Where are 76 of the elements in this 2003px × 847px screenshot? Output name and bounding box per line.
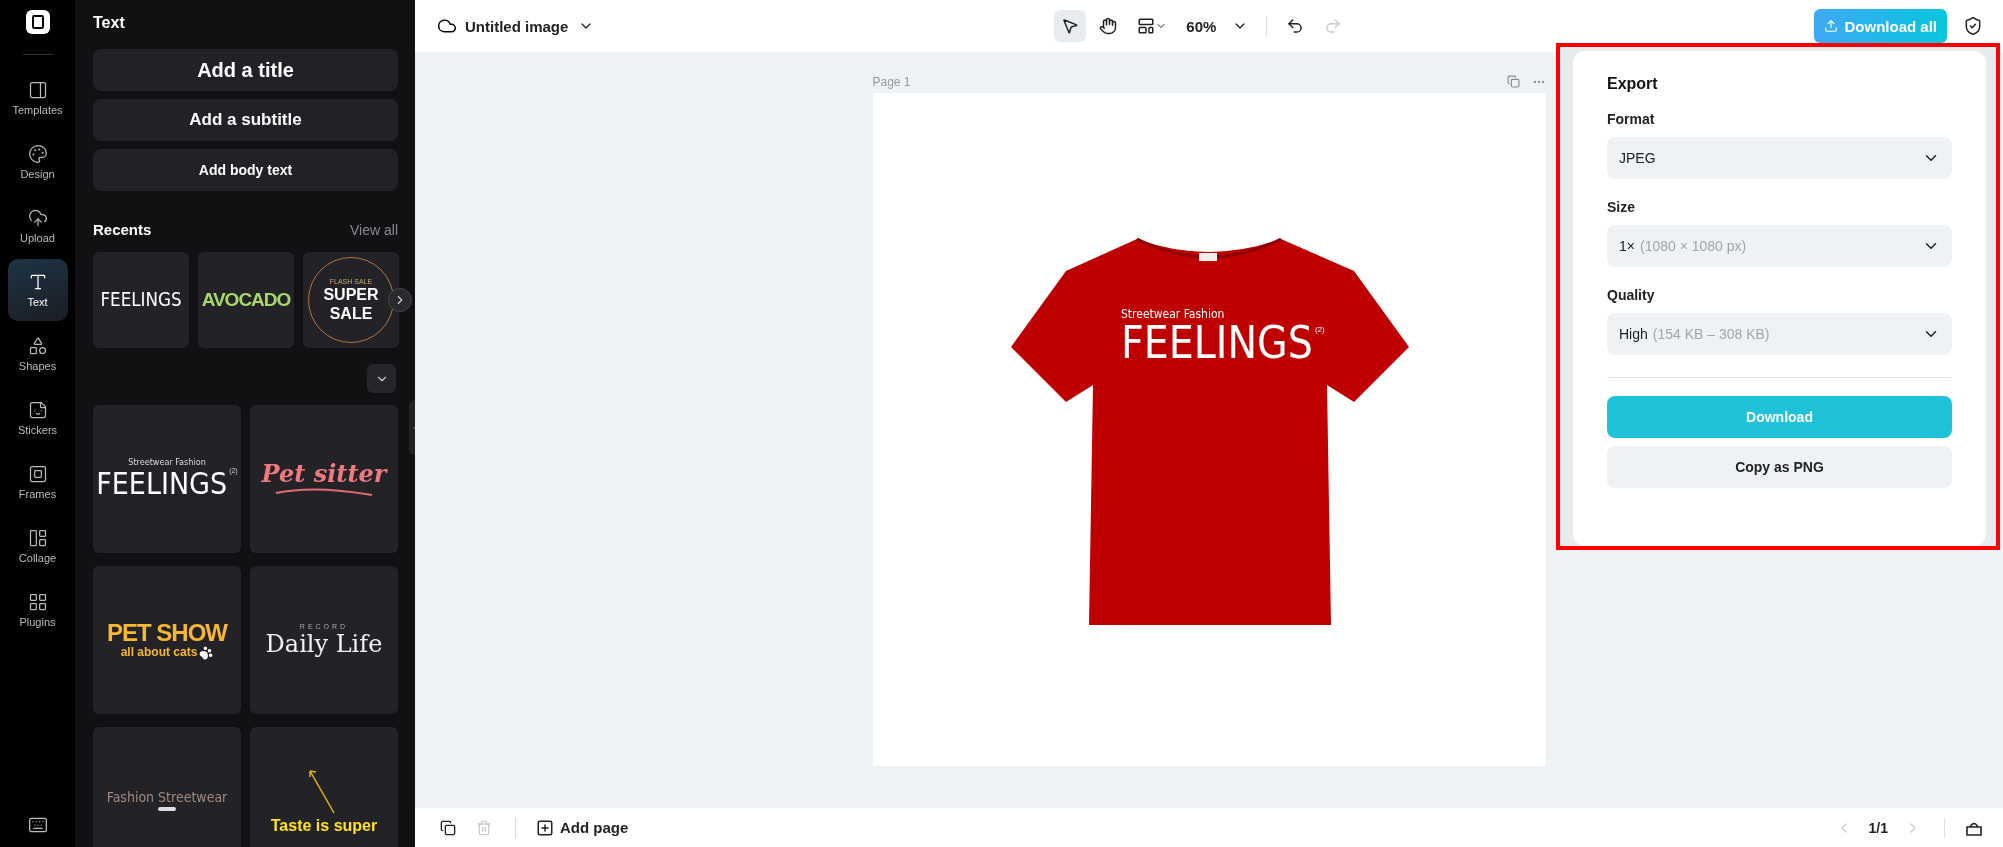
paw-icon <box>199 646 214 661</box>
select-field[interactable]: 1× (1080 × 1080 px) <box>1607 225 1952 267</box>
upload-icon <box>1824 19 1839 33</box>
field-label: Quality <box>1607 287 1656 303</box>
copy-as-png-button[interactable]: Copy as PNG <box>1607 446 1952 488</box>
zoom-dropdown[interactable]: 60% <box>1180 17 1255 35</box>
template-text: Fashion Streetwear <box>106 790 228 806</box>
sidebar-item[interactable]: Frames <box>7 451 68 513</box>
sidebar-item[interactable]: Text <box>7 259 68 321</box>
undo-icon <box>1286 17 1305 35</box>
scroll-right-button[interactable] <box>388 288 412 312</box>
text-template-card[interactable]: Taste is super <box>250 727 398 847</box>
field-label: Format <box>1607 111 1656 127</box>
redo-icon <box>1324 17 1343 35</box>
add-text-button[interactable]: Add a subtitle <box>93 99 398 141</box>
template-text: Pet sitter <box>261 460 387 488</box>
copy-icon[interactable] <box>1506 74 1520 88</box>
keyboard-icon[interactable] <box>27 815 48 835</box>
template-text: FEELINGS <box>100 289 182 311</box>
select-field[interactable]: High (154 KB – 308 KB) <box>1607 313 1952 355</box>
shield-button[interactable] <box>1963 16 1983 36</box>
text-template-card[interactable]: Pet sitter <box>250 405 398 553</box>
sidebar-item[interactable]: Collage <box>7 515 68 577</box>
shapes-icon <box>27 336 48 356</box>
select-field[interactable]: JPEG <box>1607 137 1952 179</box>
frame-icon <box>27 464 48 484</box>
template-text: Daily Life <box>265 630 383 658</box>
text-style-thumbnail[interactable]: FEELINGS <box>93 252 189 348</box>
panel-title: Text <box>93 14 126 32</box>
template-text: FEELINGS <box>96 467 228 501</box>
text-style-thumbnail[interactable]: AVOCADO <box>198 252 294 348</box>
field-label: Size <box>1607 199 1636 215</box>
layout-icon <box>27 528 48 548</box>
trash-icon <box>476 819 492 836</box>
template-text: all about cats <box>120 646 198 660</box>
text-template-card[interactable]: Fashion Streetwear <box>93 727 241 847</box>
shield-icon <box>1963 16 1983 36</box>
design-title[interactable]: FEELINGS <box>1121 320 1313 365</box>
template-text: Taste is super <box>270 817 378 835</box>
export-title: Export <box>1607 75 1659 93</box>
copy-icon <box>440 819 456 836</box>
add-text-button[interactable]: Add a title <box>93 49 398 91</box>
sidebar-item[interactable]: Plugins <box>7 579 68 641</box>
cloud-upload-icon <box>27 208 48 228</box>
template-text: SUPER <box>323 286 379 304</box>
grid-icon <box>27 592 48 612</box>
pointer-tool[interactable] <box>1054 10 1087 42</box>
template-text: Streetwear Fashion <box>128 457 206 468</box>
section-title: Recents <box>93 221 152 238</box>
hand-icon <box>1099 17 1118 35</box>
layout-icon <box>1137 17 1156 35</box>
pointer-icon <box>1061 17 1080 35</box>
pill-drawing <box>157 805 177 812</box>
cloud-icon[interactable] <box>437 16 457 36</box>
sidebar-item[interactable]: Design <box>7 131 68 193</box>
add-page-button[interactable]: Add page <box>536 818 629 837</box>
template-text: SALE <box>329 304 373 323</box>
text-template-card[interactable]: PET SHOW all about cats <box>93 566 241 714</box>
sidebar-item[interactable]: Stickers <box>7 387 68 449</box>
design-text[interactable]: (2) <box>1314 324 1325 334</box>
view-all-link[interactable]: View all <box>350 221 398 238</box>
sticker-icon <box>27 400 48 420</box>
add-text-button[interactable]: Add body text <box>93 149 398 191</box>
file-name-button[interactable]: Untitled image <box>457 17 595 35</box>
template-text: AVOCADO <box>201 289 291 311</box>
square-plus-icon <box>536 818 554 837</box>
sidebar-item[interactable]: Upload <box>7 195 68 257</box>
design-text[interactable]: Streetwear Fashion <box>1121 306 1325 321</box>
page-counter: 1/1 <box>1868 819 1888 836</box>
sidebar-item[interactable]: Templates <box>7 67 68 129</box>
panel-icon <box>27 80 48 100</box>
palette-icon <box>27 144 48 164</box>
page-label: Page 1 <box>872 74 911 89</box>
app-logo[interactable] <box>25 10 50 34</box>
template-text: PET SHOW <box>107 619 227 647</box>
sidebar-item[interactable]: Shapes <box>7 323 68 385</box>
